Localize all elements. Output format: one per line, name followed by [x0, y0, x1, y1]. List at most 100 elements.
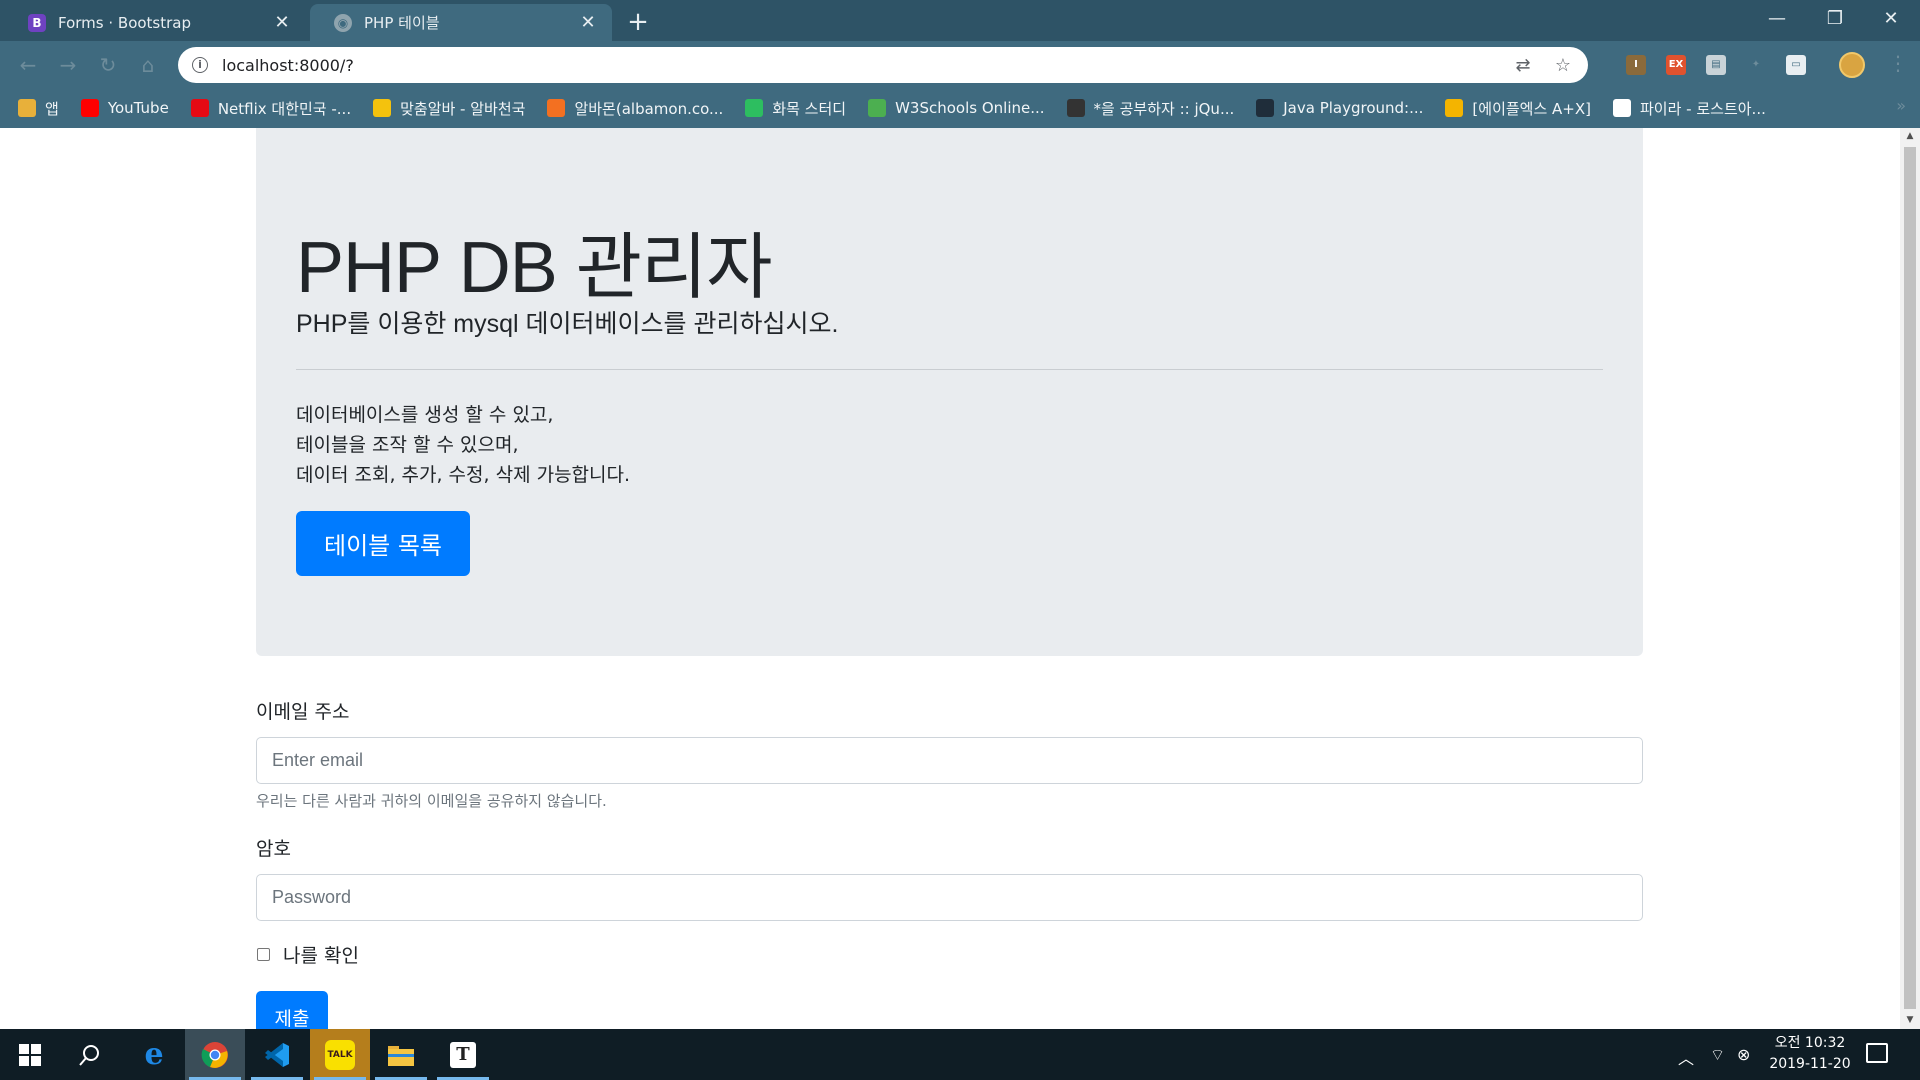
edge-icon: e	[144, 1037, 164, 1072]
bookmark-star-icon[interactable]: ☆	[1548, 55, 1578, 76]
search-icon	[75, 1040, 105, 1070]
folder-icon	[386, 1040, 416, 1070]
w3schools-icon	[868, 99, 887, 117]
extension-cast-icon[interactable]: ▭	[1786, 55, 1806, 75]
scroll-up-icon[interactable]: ▲	[1900, 128, 1920, 145]
vscode-app[interactable]	[247, 1029, 307, 1080]
bookmark-label: *을 공부하자 :: jQu...	[1093, 99, 1235, 118]
kakaotalk-app[interactable]: TALK	[310, 1029, 370, 1080]
description-line: 데이터 조회, 추가, 수정, 삭제 가능합니다.	[296, 464, 631, 486]
email-field[interactable]	[256, 737, 1643, 784]
vertical-scrollbar[interactable]: ▲ ▼	[1900, 128, 1920, 1029]
volume-muted-icon[interactable]: ⊗	[1737, 1045, 1750, 1064]
address-bar[interactable]: i localhost:8000/? ⇄ ☆	[178, 47, 1588, 83]
more-bookmarks-icon[interactable]: »	[1896, 96, 1906, 115]
extension-icon[interactable]: I	[1626, 55, 1646, 75]
bookmark-label: 화목 스터디	[772, 99, 847, 118]
edge-app[interactable]: e	[124, 1029, 184, 1080]
bookmark-label: Netflix 대한민국 -...	[217, 99, 352, 118]
bookmark-label: [에이플엑스 A+X]	[1472, 99, 1591, 118]
globe-favicon-icon: ◉	[334, 13, 352, 32]
extension-puzzle-icon[interactable]: ✦	[1746, 55, 1766, 75]
forward-arrow-icon[interactable]: →	[54, 51, 82, 79]
restore-button[interactable]: ❐	[1806, 0, 1864, 36]
kakaotalk-icon: TALK	[325, 1039, 355, 1070]
new-tab-button[interactable]: +	[622, 7, 654, 39]
kebab-menu-icon[interactable]: ⋮	[1888, 51, 1908, 75]
typora-app[interactable]: T	[433, 1029, 493, 1080]
bookmark-item[interactable]: 앱	[18, 98, 59, 119]
bookmark-label: 파이라 - 로스트아...	[1640, 99, 1766, 118]
check-me-row[interactable]: 나를 확인	[256, 941, 359, 968]
browser-toolbar: ← → ↻ ⌂ i localhost:8000/? ⇄ ☆ I EX ▤ ✦ …	[0, 41, 1920, 88]
bookmark-item[interactable]: Netflix 대한민국 -...	[190, 98, 352, 119]
password-field[interactable]	[256, 874, 1643, 921]
chrome-icon	[200, 1040, 230, 1070]
bookmark-label: 앱	[45, 99, 59, 118]
system-clock[interactable]: 오전 10:32 2019-11-20	[1760, 1033, 1860, 1075]
bookmark-label: 알바몬(albamon.co...	[574, 99, 724, 118]
url-text: localhost:8000/?	[222, 55, 354, 75]
tab-forms-bootstrap[interactable]: B Forms · Bootstrap ✕	[4, 4, 306, 41]
extension-ex-icon[interactable]: EX	[1666, 55, 1686, 75]
profile-avatar[interactable]	[1839, 52, 1865, 78]
bookmark-item[interactable]: 화목 스터디	[745, 98, 846, 119]
table-list-button[interactable]: 테이블 목록	[296, 511, 470, 576]
password-label: 암호	[256, 838, 291, 860]
submit-button[interactable]: 제출	[256, 991, 328, 1029]
page-title: PHP DB 관리자	[296, 228, 772, 308]
tab-title: Forms · Bootstrap	[58, 13, 192, 32]
alba-icon	[373, 99, 392, 117]
home-icon[interactable]: ⌂	[134, 51, 162, 79]
bookmark-label: YouTube	[107, 99, 169, 117]
description-line: 테이블을 조작 할 수 있으며,	[296, 434, 519, 456]
clock-time: 오전 10:32	[1774, 1035, 1846, 1051]
bookmark-label: 맞춤알바 - 알바천국	[400, 99, 526, 118]
home-icon	[1445, 99, 1464, 117]
close-window-button[interactable]: ✕	[1862, 0, 1920, 36]
tab-php-table[interactable]: ◉ PHP 테이블 ✕	[310, 4, 612, 41]
youtube-icon	[80, 99, 99, 117]
bookmark-item[interactable]: [에이플엑스 A+X]	[1445, 98, 1591, 119]
bookmark-label: Java Playground:...	[1283, 99, 1424, 117]
scroll-down-icon[interactable]: ▼	[1900, 1012, 1920, 1029]
notification-center-icon[interactable]	[1866, 1043, 1888, 1063]
bookmark-item[interactable]: W3Schools Online...	[868, 99, 1045, 117]
pyra-icon	[1613, 99, 1631, 117]
check-me-checkbox[interactable]	[257, 948, 270, 961]
network-icon[interactable]: ⌔	[1710, 1045, 1725, 1065]
tab-close-icon[interactable]: ✕	[272, 12, 292, 33]
chrome-app[interactable]	[185, 1029, 245, 1080]
bookmark-item[interactable]: Java Playground:...	[1256, 99, 1423, 117]
bookmark-item[interactable]: *을 공부하자 :: jQu...	[1066, 98, 1235, 119]
extension-printer-icon[interactable]: ▤	[1706, 55, 1726, 75]
site-info-icon[interactable]: i	[192, 57, 208, 73]
bookmarks-bar: 앱 YouTube Netflix 대한민국 -... 맞춤알바 - 알바천국 알바몬(…	[0, 88, 1920, 128]
tab-strip: B Forms · Bootstrap ✕ ◉ PHP 테이블 ✕ + — ❐ …	[0, 0, 1920, 41]
start-button[interactable]	[0, 1029, 60, 1080]
netflix-icon	[190, 99, 209, 117]
bootstrap-favicon-icon: B	[28, 13, 46, 32]
search-button[interactable]	[60, 1029, 120, 1080]
translate-icon[interactable]: ⇄	[1508, 55, 1538, 76]
minimize-button[interactable]: —	[1748, 0, 1806, 36]
bookmark-item[interactable]: 맞춤알바 - 알바천국	[373, 98, 525, 119]
chevron-up-icon[interactable]: ︿	[1678, 1045, 1694, 1069]
albamon-icon	[547, 99, 566, 117]
windows-logo-icon	[15, 1040, 45, 1070]
evernote-icon	[745, 99, 764, 117]
check-me-label[interactable]: 나를 확인	[283, 941, 359, 968]
bookmark-item[interactable]: 파이라 - 로스트아...	[1613, 98, 1766, 119]
apps-grid-icon	[18, 99, 36, 117]
file-explorer-app[interactable]	[371, 1029, 431, 1080]
divider	[296, 369, 1603, 370]
bookmark-item[interactable]: 알바몬(albamon.co...	[547, 98, 723, 119]
jumbotron: PHP DB 관리자 PHP를 이용한 mysql 데이터베이스를 관리하십시오…	[256, 128, 1643, 656]
bookmark-item[interactable]: YouTube	[80, 99, 169, 117]
description-line: 데이터베이스를 생성 할 수 있고,	[296, 404, 554, 426]
lead-text: PHP를 이용한 mysql 데이터베이스를 관리하십시오.	[296, 310, 839, 338]
reload-icon[interactable]: ↻	[94, 51, 122, 79]
back-arrow-icon[interactable]: ←	[14, 51, 42, 79]
tab-close-icon[interactable]: ✕	[578, 12, 598, 33]
scrollbar-thumb[interactable]	[1904, 147, 1916, 1009]
